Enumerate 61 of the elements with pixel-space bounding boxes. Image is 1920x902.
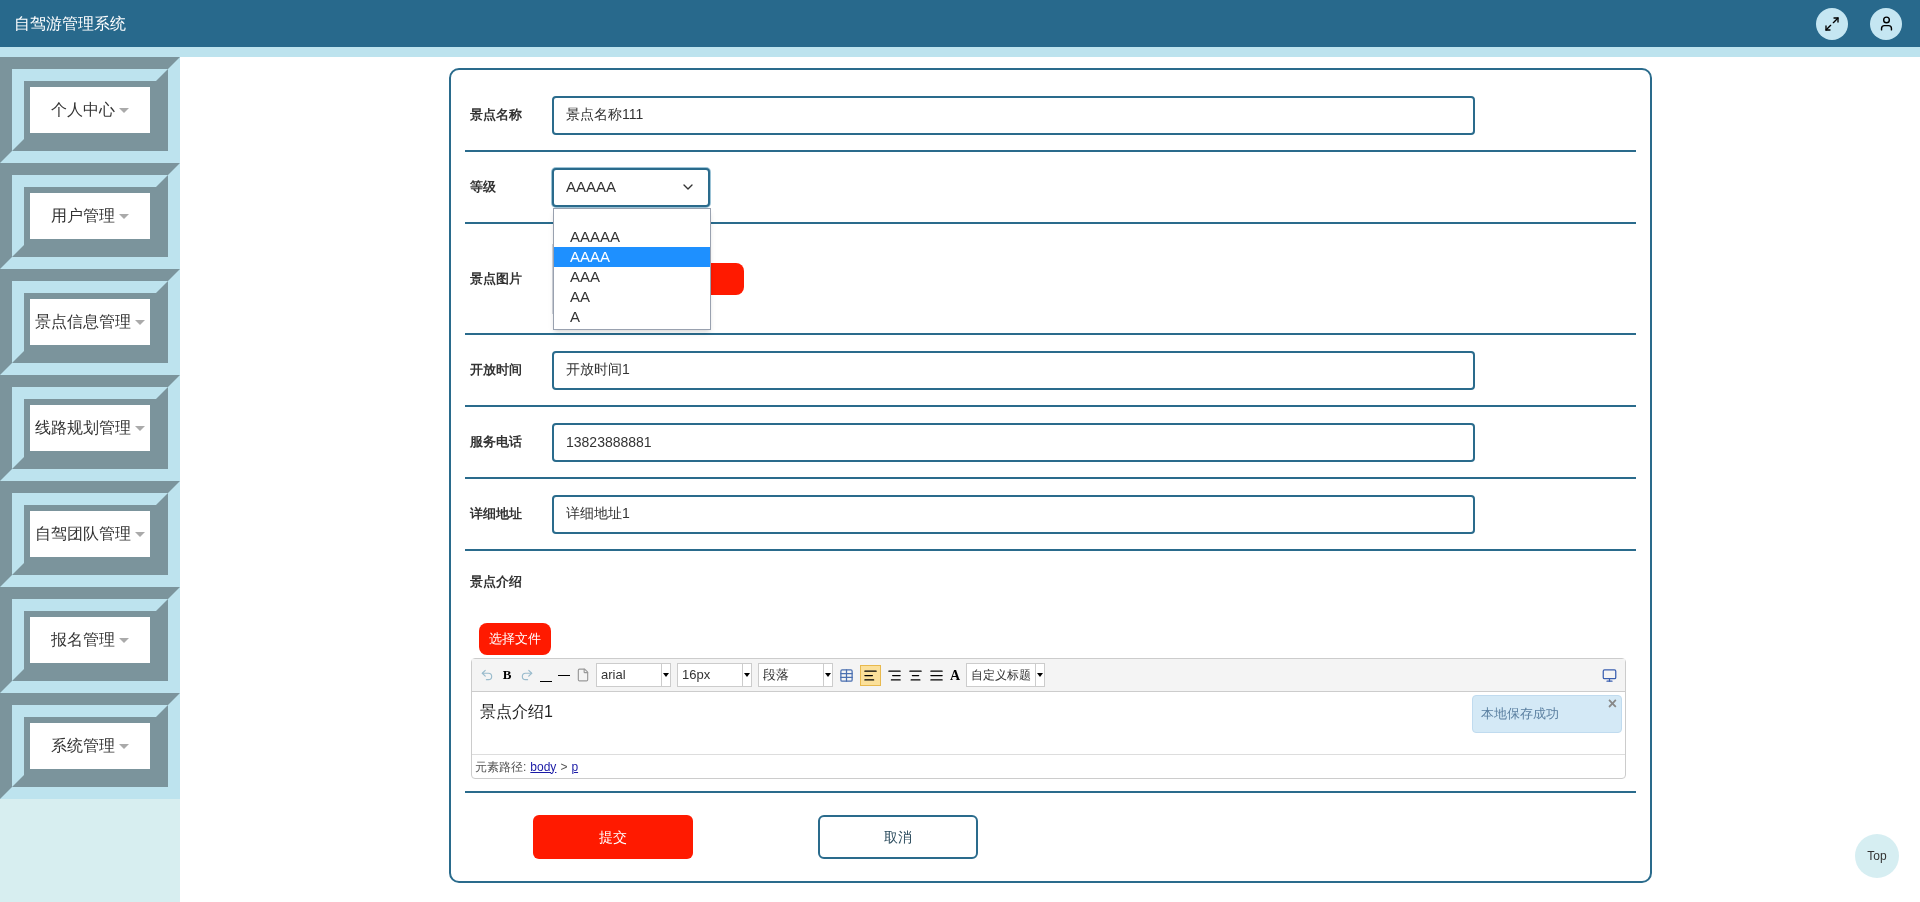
path-label: 元素路径: xyxy=(475,758,527,776)
sidebar-menu-item[interactable]: 自驾团队管理 xyxy=(30,511,150,557)
user-button[interactable] xyxy=(1870,7,1902,40)
caret-icon xyxy=(119,743,129,749)
caret-icon xyxy=(1037,673,1044,677)
align-center-icon[interactable] xyxy=(908,667,923,683)
caret-icon xyxy=(135,425,145,431)
path-link[interactable]: body xyxy=(530,757,557,776)
text-field[interactable]: 开放时间1 xyxy=(552,350,1475,390)
horizontal-rule-icon[interactable] xyxy=(558,674,570,676)
dropdown-option[interactable]: AAA xyxy=(554,266,710,287)
dropdown-option[interactable]: AAAAA xyxy=(554,226,710,247)
expand-arrows-icon xyxy=(1824,15,1840,32)
caret-icon xyxy=(119,107,129,113)
dropdown-option[interactable]: A xyxy=(554,306,710,327)
editor-content: 景点介绍1 xyxy=(480,703,553,720)
caret-icon xyxy=(135,531,145,537)
text-field[interactable]: 景点名称111 xyxy=(552,95,1475,135)
cancel-button[interactable]: 取消 xyxy=(818,815,978,859)
sidebar-menu-item[interactable]: 用户管理 xyxy=(30,193,150,239)
heading-select[interactable]: 自定义标题 xyxy=(966,663,1046,687)
align-left-icon[interactable] xyxy=(863,667,878,683)
paragraph-select[interactable]: 段落 xyxy=(758,663,833,687)
toast-message: 本地保存成功 xyxy=(1481,705,1559,724)
caret-icon xyxy=(825,673,831,677)
field-label: 等级 xyxy=(469,178,497,197)
fullscreen-button[interactable] xyxy=(1816,7,1848,40)
caret-icon xyxy=(135,319,145,325)
app-title: 自驾游管理系统 xyxy=(14,13,127,34)
bold-icon[interactable]: B xyxy=(500,668,514,682)
field-label: 详细地址 xyxy=(468,505,523,524)
field-label: 景点介绍 xyxy=(469,573,522,592)
path-link[interactable]: p xyxy=(571,757,579,776)
monitor-icon[interactable] xyxy=(1602,667,1617,683)
align-justify-icon[interactable] xyxy=(929,667,944,683)
font-color-icon[interactable]: A xyxy=(950,664,961,686)
text-field[interactable]: 详细地址1 xyxy=(552,494,1475,534)
caret-icon xyxy=(663,673,669,677)
field-label: 景点名称 xyxy=(469,106,523,125)
submit-button[interactable]: 提交 xyxy=(533,815,693,859)
size-select[interactable]: 16px xyxy=(677,663,752,687)
sidebar-menu-item[interactable]: 个人中心 xyxy=(30,87,150,133)
field-label: 服务电话 xyxy=(469,433,523,452)
field-label: 开放时间 xyxy=(469,361,523,380)
sidebar-menu-item[interactable]: 系统管理 xyxy=(30,723,150,769)
text-field[interactable]: 13823888881 xyxy=(552,422,1475,462)
table-icon[interactable] xyxy=(839,667,854,683)
caret-icon xyxy=(744,673,750,677)
dropdown-option[interactable]: AA xyxy=(554,286,710,307)
caret-icon xyxy=(119,213,129,219)
level-select[interactable]: AAAAA xyxy=(552,167,710,207)
sidebar-menu-item[interactable]: 线路规划管理 xyxy=(30,405,150,451)
choose-file-button[interactable]: 选择文件 xyxy=(479,623,551,655)
sidebar-menu-item[interactable]: 景点信息管理 xyxy=(30,299,150,345)
sidebar-menu-item[interactable]: 报名管理 xyxy=(30,617,150,663)
caret-icon xyxy=(119,637,129,643)
top-button[interactable]: Top xyxy=(1855,834,1899,878)
align-right-icon[interactable] xyxy=(887,667,902,683)
field-label: 景点图片 xyxy=(469,269,523,288)
path-separator: > xyxy=(560,758,568,776)
font-select[interactable]: arial xyxy=(596,663,671,687)
